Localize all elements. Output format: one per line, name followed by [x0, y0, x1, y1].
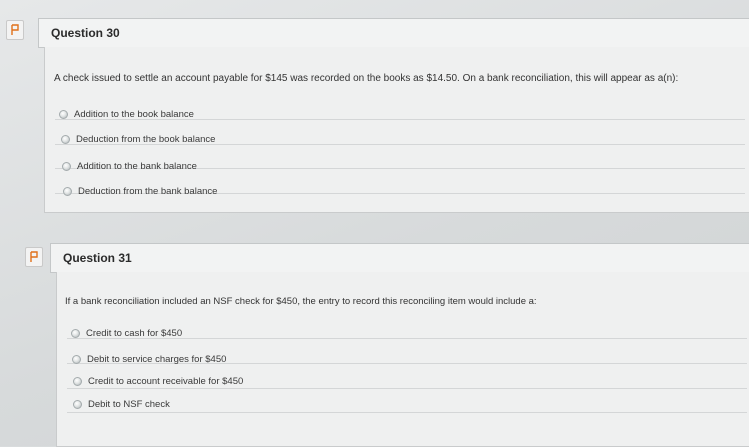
- flag-question-31-icon[interactable]: [25, 247, 43, 267]
- question-31-option-1[interactable]: Credit to cash for $450: [71, 328, 182, 339]
- question-30-body: A check issued to settle an account paya…: [44, 47, 749, 213]
- question-31-header: Question 31: [50, 243, 749, 273]
- question-30-title: Question 30: [51, 26, 120, 40]
- option-label: Debit to service charges for $450: [87, 354, 227, 365]
- radio-button-icon[interactable]: [63, 187, 72, 196]
- question-30-option-3[interactable]: Addition to the bank balance: [62, 161, 197, 172]
- radio-button-icon[interactable]: [71, 329, 80, 338]
- question-31-body: If a bank reconciliation included an NSF…: [56, 272, 749, 447]
- option-label: Deduction from the bank balance: [78, 186, 218, 197]
- radio-button-icon[interactable]: [59, 110, 68, 119]
- radio-button-icon[interactable]: [72, 355, 81, 364]
- option-label: Credit to cash for $450: [86, 328, 183, 339]
- option-divider: [67, 412, 747, 413]
- option-label: Debit to NSF check: [88, 399, 170, 410]
- radio-button-icon[interactable]: [62, 162, 71, 171]
- question-31-text: If a bank reconciliation included an NSF…: [65, 296, 537, 307]
- option-divider: [67, 388, 747, 389]
- radio-button-icon[interactable]: [73, 377, 82, 386]
- question-31-option-3[interactable]: Credit to account receivable for $450: [73, 376, 243, 387]
- option-label: Credit to account receivable for $450: [88, 376, 244, 387]
- question-30-text: A check issued to settle an account paya…: [54, 73, 679, 84]
- question-30-option-2[interactable]: Deduction from the book balance: [61, 134, 215, 145]
- question-30-option-1[interactable]: Addition to the book balance: [59, 109, 194, 120]
- option-label: Deduction from the book balance: [76, 134, 216, 145]
- flag-question-30-icon[interactable]: [6, 20, 24, 40]
- question-31-title: Question 31: [63, 251, 132, 265]
- radio-button-icon[interactable]: [61, 135, 70, 144]
- question-30-header: Question 30: [38, 18, 749, 48]
- option-label: Addition to the bank balance: [77, 161, 197, 172]
- question-31-option-4[interactable]: Debit to NSF check: [73, 399, 170, 410]
- option-label: Addition to the book balance: [74, 109, 194, 120]
- question-30-option-4[interactable]: Deduction from the bank balance: [63, 186, 217, 197]
- radio-button-icon[interactable]: [73, 400, 82, 409]
- question-31-option-2[interactable]: Debit to service charges for $450: [72, 354, 226, 365]
